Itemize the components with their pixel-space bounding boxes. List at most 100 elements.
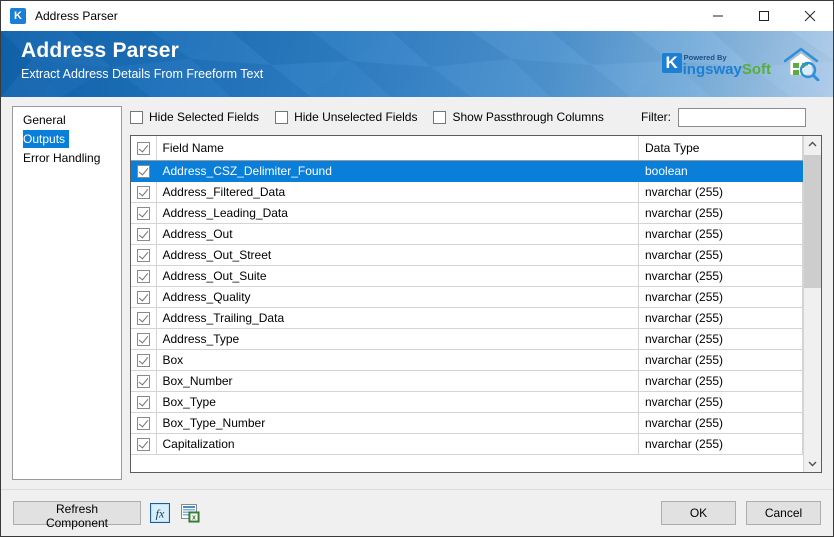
maximize-icon[interactable] <box>741 1 787 31</box>
cell-field-name: Capitalization <box>156 433 639 455</box>
window-controls <box>695 1 833 31</box>
cell-field-name: Address_CSZ_Delimiter_Found <box>156 160 639 182</box>
checkbox-box-icon <box>130 110 143 124</box>
row-checkbox-icon[interactable] <box>137 290 150 304</box>
row-select-cell[interactable] <box>131 244 157 266</box>
scrollbar-thumb[interactable] <box>804 155 821 288</box>
sidebar-item-label: Outputs <box>23 130 70 148</box>
table-row[interactable]: Address_Trailing_Data nvarchar (255) <box>131 307 803 329</box>
cell-data-type: nvarchar (255) <box>638 349 803 371</box>
row-select-cell[interactable] <box>131 307 157 329</box>
table-row[interactable]: Address_Out_Street nvarchar (255) <box>131 244 803 266</box>
minimize-icon[interactable] <box>695 1 741 31</box>
sidebar-nav: General Outputs Error Handling <box>12 106 122 480</box>
sidebar-item-error-handling[interactable]: Error Handling <box>13 149 121 167</box>
cell-field-name: Address_Type <box>156 328 639 350</box>
show-passthrough-columns-checkbox[interactable]: Show Passthrough Columns <box>433 110 604 124</box>
row-checkbox-icon[interactable] <box>137 248 150 262</box>
table-row[interactable]: Address_Out nvarchar (255) <box>131 223 803 245</box>
ok-button[interactable]: OK <box>661 501 736 525</box>
window-title: Address Parser <box>35 9 118 23</box>
row-checkbox-icon[interactable] <box>137 227 150 241</box>
sidebar-item-label: General <box>23 113 66 127</box>
kingswaysoft-k-icon: K <box>10 8 26 24</box>
row-checkbox-icon[interactable] <box>137 206 150 220</box>
row-checkbox-icon[interactable] <box>137 332 150 346</box>
checkbox-box-icon <box>275 110 289 124</box>
row-select-cell[interactable] <box>131 433 157 455</box>
brand-block: K Powered By ingswaySoft <box>661 45 821 81</box>
fx-expression-icon[interactable]: fx <box>149 502 171 524</box>
select-all-checkbox-icon[interactable] <box>137 141 150 155</box>
sidebar-item-general[interactable]: General <box>13 111 121 129</box>
row-checkbox-icon[interactable] <box>137 311 150 325</box>
row-select-cell[interactable] <box>131 412 157 434</box>
row-select-cell[interactable] <box>131 265 157 287</box>
row-select-cell[interactable] <box>131 286 157 308</box>
header-banner: Address Parser Extract Address Details F… <box>1 31 833 97</box>
column-header-field-name[interactable]: Field Name <box>156 136 639 161</box>
filter-input[interactable] <box>678 107 806 127</box>
dialog-body: General Outputs Error Handling Hide Sele… <box>1 97 833 489</box>
hide-unselected-fields-checkbox[interactable]: Hide Unselected Fields <box>275 110 417 124</box>
kingswaysoft-wordmark: Powered By ingswaySoft <box>683 53 771 78</box>
table-row[interactable]: Address_Filtered_Data nvarchar (255) <box>131 181 803 203</box>
close-icon[interactable] <box>787 1 833 31</box>
row-select-cell[interactable] <box>131 349 157 371</box>
cell-field-name: Address_Out <box>156 223 639 245</box>
cell-field-name: Box_Number <box>156 370 639 392</box>
outputs-pane: Hide Selected Fields Hide Unselected Fie… <box>130 106 822 489</box>
row-checkbox-icon[interactable] <box>137 416 150 430</box>
chevron-down-icon[interactable] <box>804 455 821 472</box>
cell-field-name: Box <box>156 349 639 371</box>
table-row[interactable]: Box_Type nvarchar (255) <box>131 391 803 413</box>
row-checkbox-icon[interactable] <box>137 395 150 409</box>
dialog-footer: Refresh Component fx x OK Cancel <box>1 489 833 536</box>
cancel-button[interactable]: Cancel <box>746 501 821 525</box>
kingswaysoft-logo: K Powered By ingswaySoft <box>661 48 771 78</box>
hide-selected-fields-label: Hide Selected Fields <box>149 110 260 124</box>
grid-vertical-scrollbar[interactable] <box>803 136 821 472</box>
footer-actions: OK Cancel <box>661 501 821 525</box>
row-select-cell[interactable] <box>131 391 157 413</box>
cell-field-name: Address_Leading_Data <box>156 202 639 224</box>
row-select-cell[interactable] <box>131 370 157 392</box>
table-row[interactable]: Capitalization nvarchar (255) <box>131 433 803 455</box>
table-row[interactable]: Box_Type_Number nvarchar (255) <box>131 412 803 434</box>
svg-text:x: x <box>192 515 196 522</box>
table-row[interactable]: Box nvarchar (255) <box>131 349 803 371</box>
svg-text:fx: fx <box>156 507 165 521</box>
table-row[interactable]: Address_CSZ_Delimiter_Found boolean <box>131 160 803 182</box>
output-fields-grid: Field Name Data Type Address_CSZ_Delimit… <box>130 135 822 473</box>
row-checkbox-icon[interactable] <box>137 185 150 199</box>
refresh-component-button[interactable]: Refresh Component <box>13 501 141 530</box>
table-row[interactable]: Address_Quality nvarchar (255) <box>131 286 803 308</box>
hide-selected-fields-checkbox[interactable]: Hide Selected Fields <box>130 110 259 124</box>
row-checkbox-icon[interactable] <box>137 164 150 178</box>
row-select-cell[interactable] <box>131 202 157 224</box>
chevron-up-icon[interactable] <box>804 136 821 153</box>
table-row[interactable]: Box_Number nvarchar (255) <box>131 370 803 392</box>
page-title: Address Parser <box>21 39 180 62</box>
powered-by-label: Powered By <box>683 53 727 62</box>
row-checkbox-icon[interactable] <box>137 437 150 451</box>
row-select-cell[interactable] <box>131 223 157 245</box>
row-select-cell[interactable] <box>131 181 157 203</box>
cell-data-type: nvarchar (255) <box>638 412 803 434</box>
select-all-header-cell[interactable] <box>131 136 157 161</box>
row-checkbox-icon[interactable] <box>137 353 150 367</box>
row-checkbox-icon[interactable] <box>137 269 150 283</box>
row-select-cell[interactable] <box>131 328 157 350</box>
table-row[interactable]: Address_Out_Suite nvarchar (255) <box>131 265 803 287</box>
export-spreadsheet-icon[interactable]: x <box>179 502 201 524</box>
sidebar-item-outputs[interactable]: Outputs <box>13 129 121 149</box>
column-header-data-type[interactable]: Data Type <box>638 136 803 161</box>
table-row[interactable]: Address_Leading_Data nvarchar (255) <box>131 202 803 224</box>
table-row[interactable]: Address_Type nvarchar (255) <box>131 328 803 350</box>
cell-data-type: nvarchar (255) <box>638 286 803 308</box>
row-select-cell[interactable] <box>131 160 157 182</box>
row-checkbox-icon[interactable] <box>137 374 150 388</box>
cell-field-name: Box_Type_Number <box>156 412 639 434</box>
cell-data-type: nvarchar (255) <box>638 181 803 203</box>
filter-label: Filter: <box>641 110 671 124</box>
